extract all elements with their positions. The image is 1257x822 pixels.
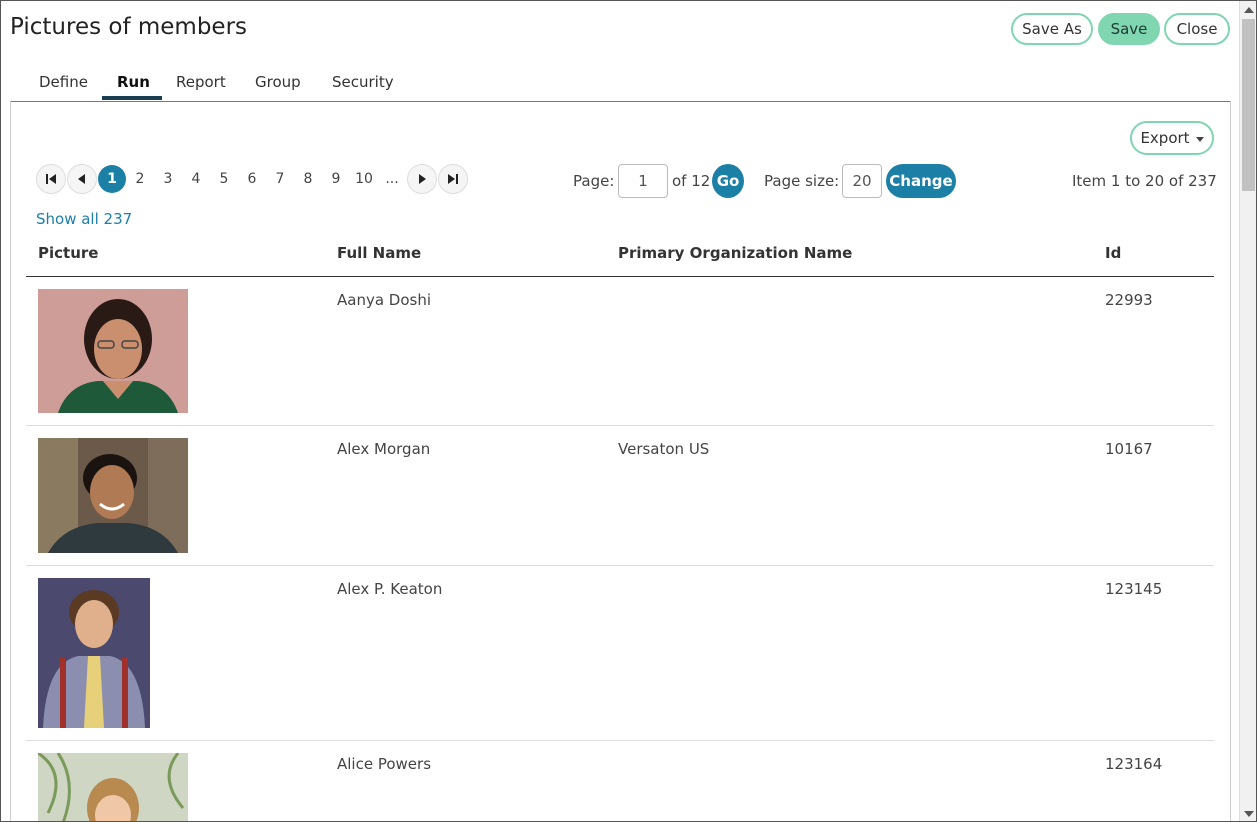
- next-page-icon: [419, 174, 426, 184]
- save-button[interactable]: Save: [1098, 13, 1160, 45]
- full-name-cell: Alex P. Keaton: [337, 580, 443, 598]
- close-button[interactable]: Close: [1164, 13, 1230, 45]
- page-number[interactable]: 6: [238, 164, 266, 194]
- page-ellipsis[interactable]: ...: [378, 164, 406, 194]
- id-cell: 123145: [1105, 580, 1163, 598]
- page-number[interactable]: 4: [182, 164, 210, 194]
- show-all-link[interactable]: Show all 237: [36, 210, 132, 228]
- export-label: Export: [1140, 129, 1190, 147]
- page-number[interactable]: 10: [350, 164, 378, 194]
- go-button[interactable]: Go: [712, 164, 744, 198]
- page-label: Page:: [573, 172, 615, 190]
- page-title: Pictures of members: [10, 14, 248, 40]
- page-number[interactable]: 9: [322, 164, 350, 194]
- id-cell: 123164: [1105, 755, 1163, 773]
- member-photo: [38, 438, 188, 553]
- save-as-button[interactable]: Save As: [1011, 13, 1093, 45]
- full-name-cell: Alice Powers: [337, 755, 432, 773]
- member-photo: [38, 289, 188, 413]
- id-cell: 10167: [1105, 440, 1153, 458]
- item-range-text: Item 1 to 20 of 237: [1072, 172, 1217, 190]
- column-header-full-name[interactable]: Full Name: [337, 244, 421, 262]
- page-size-input[interactable]: 20: [842, 164, 882, 198]
- change-page-size-button[interactable]: Change: [886, 164, 956, 198]
- id-cell: 22993: [1105, 291, 1153, 309]
- full-name-cell: Aanya Doshi: [337, 291, 432, 309]
- full-name-cell: Alex Morgan: [337, 440, 431, 458]
- run-panel: [10, 101, 1231, 821]
- row-divider: [26, 565, 1214, 566]
- member-photo: [38, 753, 188, 821]
- member-photo: [38, 578, 150, 728]
- caret-down-icon: [1195, 136, 1204, 142]
- header-divider: [26, 276, 1214, 277]
- page-number[interactable]: 8: [294, 164, 322, 194]
- last-page-button[interactable]: [438, 164, 468, 194]
- page-number[interactable]: 2: [126, 164, 154, 194]
- page-number[interactable]: 5: [210, 164, 238, 194]
- column-header-id[interactable]: Id: [1105, 244, 1121, 262]
- page-count-label: of 12: [672, 172, 711, 190]
- organization-cell: Versaton US: [618, 440, 710, 458]
- column-header-organization[interactable]: Primary Organization Name: [618, 244, 852, 262]
- tab-bar: Define Run Report Group Security: [10, 63, 1230, 102]
- scrollbar-thumb[interactable]: [1242, 19, 1255, 191]
- tab-run[interactable]: Run: [117, 73, 150, 91]
- scroll-up-icon[interactable]: [1244, 7, 1254, 13]
- row-divider: [26, 425, 1214, 426]
- column-header-picture[interactable]: Picture: [38, 244, 98, 262]
- page-number-current[interactable]: 1: [98, 165, 126, 193]
- first-page-button[interactable]: [36, 164, 66, 194]
- page-number[interactable]: 3: [154, 164, 182, 194]
- page-number[interactable]: 7: [266, 164, 294, 194]
- tab-security[interactable]: Security: [332, 73, 394, 91]
- page-input[interactable]: 1: [618, 164, 668, 198]
- vertical-scrollbar[interactable]: [1239, 1, 1256, 821]
- tab-define[interactable]: Define: [39, 73, 88, 91]
- tab-report[interactable]: Report: [176, 73, 226, 91]
- previous-page-button[interactable]: [67, 164, 97, 194]
- previous-page-icon: [78, 174, 85, 184]
- page-size-label: Page size:: [764, 172, 840, 190]
- export-button[interactable]: Export: [1130, 121, 1214, 155]
- active-tab-indicator: [102, 96, 162, 100]
- report-window: Pictures of members Save As Save Close D…: [0, 0, 1257, 822]
- scroll-down-icon[interactable]: [1244, 811, 1254, 817]
- row-divider: [26, 740, 1214, 741]
- last-page-icon: [448, 174, 458, 184]
- next-page-button[interactable]: [407, 164, 437, 194]
- tab-group[interactable]: Group: [255, 73, 301, 91]
- first-page-icon: [46, 174, 56, 184]
